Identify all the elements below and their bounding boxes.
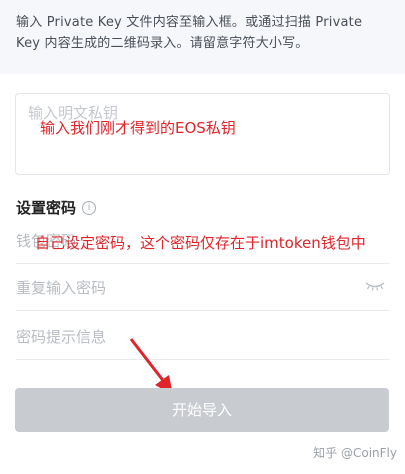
password-annotation: 自己设定密码，这个密码仅存在于imtoken钱包中 <box>35 234 366 252</box>
info-icon[interactable]: i <box>82 200 97 215</box>
private-key-annotation: 输入我们刚才得到的EOS私钥 <box>40 119 236 137</box>
start-import-button[interactable]: 开始导入 <box>15 388 389 432</box>
tip-text-line-2: Key 内容生成的二维码录入。请留意字符大小写。 <box>16 36 309 51</box>
watermark: 知乎 @CoinFly <box>313 446 397 460</box>
password-hint-placeholder: 密码提示信息 <box>16 328 107 346</box>
repeat-password-field[interactable]: 重复输入密码 <box>16 263 389 311</box>
repeat-password-placeholder: 重复输入密码 <box>16 279 107 297</box>
eye-closed-icon[interactable] <box>365 281 385 291</box>
password-section-title-text: 设置密码 <box>16 199 77 217</box>
tip-banner: 输入 Private Key 文件内容至输入框。或通过扫描 Private Ke… <box>0 0 405 74</box>
password-hint-field[interactable]: 密码提示信息 <box>16 312 389 360</box>
tip-text-line-1: 输入 Private Key 文件内容至输入框。或通过扫描 Private <box>16 15 363 30</box>
password-section-title: 设置密码 i <box>16 197 97 218</box>
